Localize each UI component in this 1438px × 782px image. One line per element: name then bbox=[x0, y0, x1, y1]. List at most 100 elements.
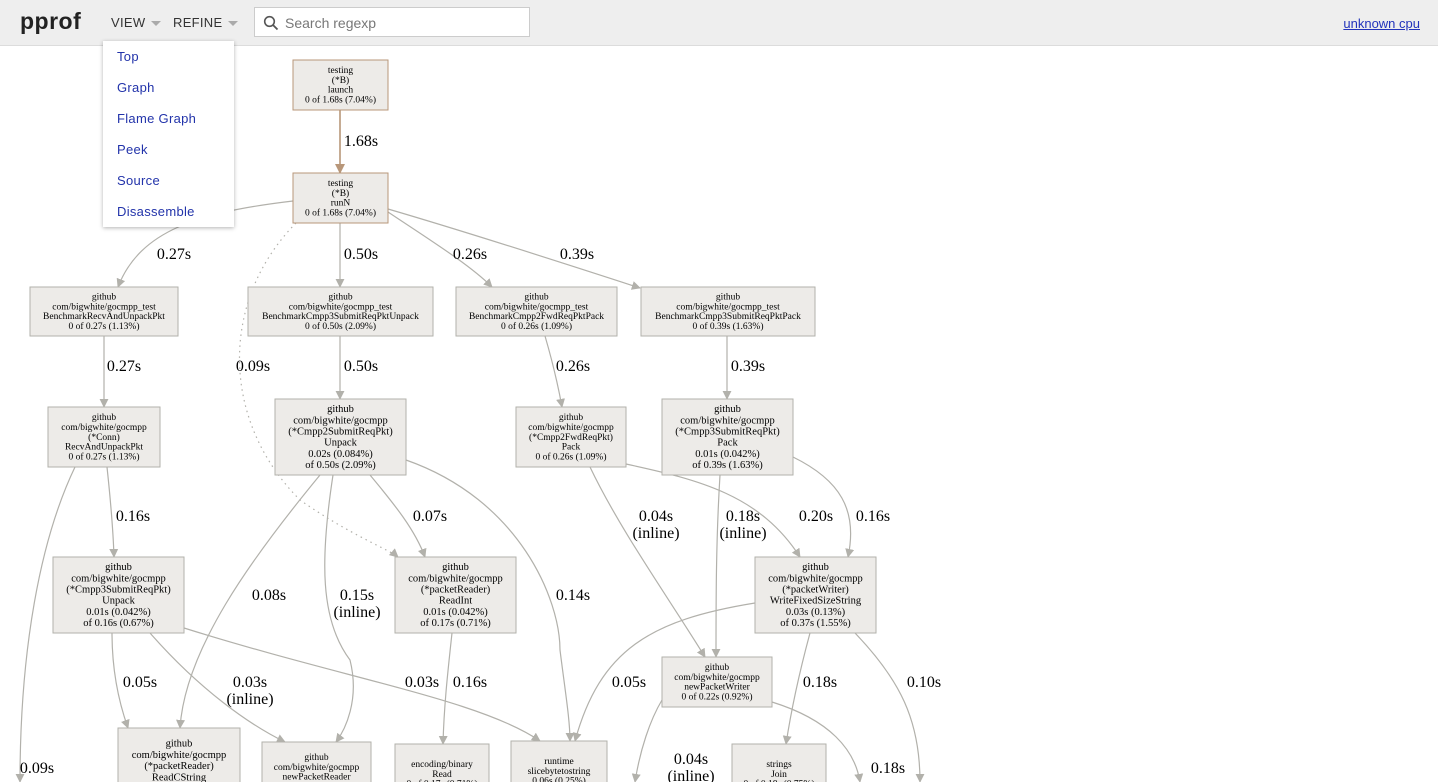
graph-node-bRecv[interactable]: githubcom/bigwhite/gocmpp_testBenchmarkR… bbox=[29, 286, 179, 337]
graph-edge[interactable]: 0.05s bbox=[111, 632, 157, 729]
edge-label: 0.50s bbox=[344, 358, 378, 375]
graph-edge[interactable]: 0.18s bbox=[782, 632, 837, 745]
view-menu-button[interactable]: VIEW bbox=[111, 15, 162, 30]
node-label-line: runtime bbox=[544, 757, 574, 767]
node-label-line: BenchmarkCmpp3SubmitReqPktPack bbox=[655, 312, 801, 322]
menu-item-source[interactable]: Source bbox=[117, 173, 160, 188]
node-label-line: 0 of 0.22s (0.92%) bbox=[682, 692, 753, 703]
graph-node-writeFixed[interactable]: githubcom/bigwhite/gocmpp(*packetWriter)… bbox=[754, 556, 877, 634]
graph-node-launch[interactable]: testing(*B)launch0 of 1.68s (7.04%) bbox=[292, 59, 389, 111]
graph-node-connRecv[interactable]: githubcom/bigwhite/gocmpp(*Conn)RecvAndU… bbox=[47, 406, 161, 468]
node-label-line: ReadCString bbox=[152, 772, 207, 782]
graph-node-newReader[interactable]: githubcom/bigwhite/gocmppnewPacketReader… bbox=[261, 741, 372, 782]
graph-edge[interactable]: 0.07s bbox=[369, 474, 447, 558]
graph-edge[interactable]: 0.16s bbox=[792, 456, 890, 558]
search-icon bbox=[263, 15, 279, 31]
graph-node-bC3Unpack[interactable]: githubcom/bigwhite/gocmpp_testBenchmarkC… bbox=[247, 286, 434, 337]
graph-node-readCString[interactable]: githubcom/bigwhite/gocmpp(*packetReader)… bbox=[117, 727, 241, 782]
edge-label: 0.39s bbox=[560, 246, 594, 263]
graph-node-binRead[interactable]: encoding/binaryRead0 of 0.17s (0.71%) bbox=[394, 743, 490, 782]
search-input[interactable] bbox=[283, 12, 527, 34]
edge-label: 0.27s bbox=[107, 358, 141, 375]
refine-menu-label: REFINE bbox=[173, 15, 223, 30]
graph-edge[interactable]: 0.04s(inline) bbox=[631, 699, 715, 782]
node-label-line: com/bigwhite/gocmpp bbox=[293, 415, 388, 426]
graph-node-bC3Pack[interactable]: githubcom/bigwhite/gocmpp_testBenchmarkC… bbox=[640, 286, 816, 337]
node-label-line: strings bbox=[766, 760, 792, 770]
node-label-line: 0.01s (0.042%) bbox=[695, 449, 760, 460]
profile-type-link[interactable]: unknown cpu bbox=[1343, 16, 1420, 31]
edge-path bbox=[238, 222, 399, 558]
graph-node-join[interactable]: stringsJoin0 of 0.18s (0.75%) bbox=[731, 743, 827, 782]
graph-node-c3Pack[interactable]: githubcom/bigwhite/gocmpp(*Cmpp3SubmitRe… bbox=[661, 398, 794, 476]
graph-edge[interactable]: 0.39s bbox=[387, 208, 641, 290]
node-label-line: Unpack bbox=[324, 438, 357, 449]
refine-menu-button[interactable]: REFINE bbox=[173, 15, 239, 30]
search-box[interactable] bbox=[254, 7, 530, 37]
node-label-line: BenchmarkRecvAndUnpackPkt bbox=[43, 312, 165, 322]
graph-edge[interactable]: 0.39s bbox=[722, 336, 765, 400]
graph-edge[interactable]: 0.27s bbox=[99, 336, 141, 408]
graph-edge[interactable]: 0.26s bbox=[387, 211, 493, 288]
node-label-line: com/bigwhite/gocmpp bbox=[71, 573, 166, 584]
graph-node-fwdPack[interactable]: githubcom/bigwhite/gocmpp(*Cmpp2FwdReqPk… bbox=[515, 406, 627, 468]
edge-path bbox=[106, 466, 119, 558]
graph-node-bC2Fwd[interactable]: githubcom/bigwhite/gocmpp_testBenchmarkC… bbox=[455, 286, 618, 337]
node-label-line: github bbox=[327, 404, 354, 415]
edge-label: 0.16s bbox=[453, 674, 487, 691]
node-label-line: ReadInt bbox=[439, 596, 472, 607]
edge-label: (inline) bbox=[719, 525, 766, 542]
edge-label: 0.08s bbox=[252, 587, 286, 604]
edge-label: 0.18s bbox=[803, 674, 837, 691]
node-label-line: com/bigwhite/gocmpp bbox=[768, 573, 863, 584]
graph-edge[interactable]: 0.15s(inline) bbox=[324, 474, 381, 743]
node-label-line: github bbox=[524, 292, 549, 302]
edge-label: (inline) bbox=[226, 691, 273, 708]
menu-item-top[interactable]: Top bbox=[117, 49, 139, 64]
app-logo[interactable]: pprof bbox=[20, 8, 81, 35]
menu-item-flame-graph[interactable]: Flame Graph bbox=[117, 111, 196, 126]
node-label-line: github bbox=[328, 292, 353, 302]
node-label-line: (*Conn) bbox=[88, 432, 120, 443]
node-label-line: com/bigwhite/gocmpp_test bbox=[289, 302, 393, 312]
node-label-line: 0.01s (0.042%) bbox=[423, 607, 488, 618]
node-label-line: (*Cmpp2FwdReqPkt) bbox=[529, 432, 613, 443]
edge-label: (inline) bbox=[632, 525, 679, 542]
node-label-line: of 0.16s (0.67%) bbox=[83, 618, 154, 629]
node-label-line: com/bigwhite/gocmpp_test bbox=[676, 302, 780, 312]
graph-node-c3Unpack[interactable]: githubcom/bigwhite/gocmpp(*Cmpp3SubmitRe… bbox=[52, 556, 185, 634]
edge-label: 0.05s bbox=[123, 674, 157, 691]
menu-item-disassemble[interactable]: Disassemble bbox=[117, 204, 195, 219]
node-label-line: testing bbox=[328, 66, 354, 76]
edge-path bbox=[589, 466, 706, 658]
graph-edge[interactable]: 0.16s bbox=[438, 632, 487, 745]
graph-edge[interactable]: 0.26s bbox=[544, 335, 590, 408]
node-label-line: of 0.37s (1.55%) bbox=[780, 618, 851, 629]
node-label-line: newPacketReader bbox=[282, 773, 351, 782]
graph-node-runN[interactable]: testing(*B)runN0 of 1.68s (7.04%) bbox=[292, 172, 389, 224]
graph-edge[interactable]: 0.04s(inline) bbox=[589, 466, 706, 658]
edge-label: 0.03s bbox=[233, 674, 267, 691]
menu-item-graph[interactable]: Graph bbox=[117, 80, 155, 95]
graph-edge[interactable]: 0.16s bbox=[106, 466, 150, 558]
edge-label: 0.18s bbox=[871, 760, 905, 777]
node-label-line: (*B) bbox=[332, 75, 349, 86]
node-label-line: runN bbox=[331, 199, 351, 209]
graph-node-c2Unpack[interactable]: githubcom/bigwhite/gocmpp(*Cmpp2SubmitRe… bbox=[274, 398, 407, 476]
graph-node-readInt[interactable]: githubcom/bigwhite/gocmpp(*packetReader)… bbox=[394, 556, 517, 634]
top-toolbar: pprof VIEW REFINE unknown cpu bbox=[0, 0, 1438, 46]
graph-edge[interactable]: 0.03s(inline) bbox=[149, 632, 286, 743]
graph-edge[interactable]: 0.50s bbox=[335, 336, 378, 400]
menu-item-peek[interactable]: Peek bbox=[117, 142, 148, 157]
node-label-line: github bbox=[714, 404, 741, 415]
node-label-line: 0.03s (0.13%) bbox=[786, 607, 846, 618]
graph-node-newWriter[interactable]: githubcom/bigwhite/gocmppnewPacketWriter… bbox=[661, 656, 773, 708]
node-label-line: WriteFixedSizeString bbox=[770, 596, 862, 607]
graph-edge[interactable]: 0.09s bbox=[236, 222, 399, 558]
node-label-line: github bbox=[304, 753, 329, 763]
node-label-line: (*packetWriter) bbox=[782, 585, 849, 596]
graph-node-slicebyte[interactable]: runtimeslicebytetostring0.06s (0.25%) bbox=[510, 740, 608, 782]
graph-edge[interactable]: 1.68s bbox=[335, 110, 378, 174]
graph-edge[interactable]: 0.50s bbox=[335, 223, 378, 288]
edge-label: 0.39s bbox=[731, 358, 765, 375]
